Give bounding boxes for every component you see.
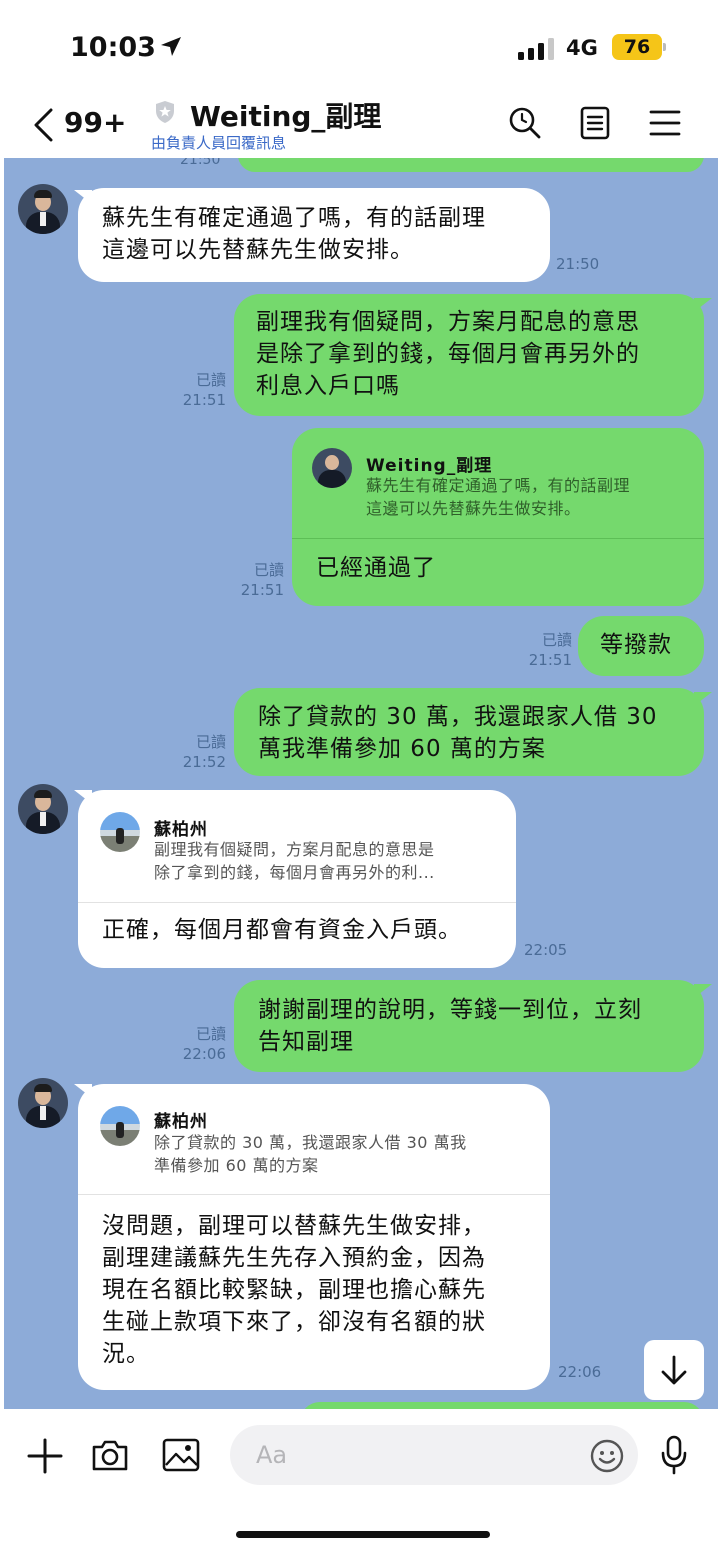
message-meta: 已讀 21:51 (228, 560, 284, 600)
quoted-avatar (100, 812, 140, 852)
quoted-text: 蘇先生有確定通過了嗎，有的話副理 這邊可以先替蘇先生做安排。 (366, 476, 631, 518)
quoted-avatar (312, 448, 352, 488)
sender-avatar[interactable] (18, 1078, 68, 1128)
message-bubble[interactable]: 蘇先生有確定通過了嗎，有的話副理 這邊可以先替蘇先生做安排。 (78, 188, 550, 282)
bubble-tail (694, 692, 712, 706)
status-bar: 10:03 4G 76 (4, 4, 718, 92)
mic-icon[interactable] (660, 1435, 688, 1475)
quoted-text: 副理我有個疑問，方案月配息的意思是 除了拿到的錢，每個月會再另外的利... (154, 840, 435, 882)
message-text: 副理我有個疑問，方案月配息的意思 是除了拿到的錢，每個月會再另外的 利息入戶口嗎 (256, 309, 640, 399)
message-time: 21:51 (528, 651, 572, 669)
message-meta: 已讀 21:51 (170, 370, 226, 410)
status-time: 10:03 (70, 32, 156, 63)
search-icon[interactable] (508, 106, 542, 140)
message-text: 正確，每個月都會有資金入戶頭。 (102, 917, 462, 943)
home-indicator (236, 1531, 490, 1538)
clipped-message-bubble[interactable] (300, 1402, 704, 1409)
read-receipt: 已讀 (195, 371, 226, 389)
back-chevron-icon[interactable] (32, 108, 54, 142)
input-bar (4, 1409, 718, 1550)
read-receipt: 已讀 (253, 561, 284, 579)
message-bubble[interactable]: 謝謝副理的說明，等錢一到位，立刻 告知副理 (234, 980, 704, 1072)
shield-icon (156, 101, 174, 123)
battery-tip (663, 43, 666, 51)
message-text: 等撥款 (600, 632, 672, 658)
signal-icon (518, 38, 554, 60)
message-bubble[interactable]: 副理我有個疑問，方案月配息的意思 是除了拿到的錢，每個月會再另外的 利息入戶口嗎 (234, 294, 704, 416)
reply-message-bubble[interactable]: 蘇柏州 除了貸款的 30 萬，我還跟家人借 30 萬我 準備參加 60 萬的方案… (78, 1084, 550, 1390)
image-icon[interactable] (162, 1437, 200, 1473)
quoted-avatar (100, 1106, 140, 1146)
message-text: 已經通過了 (316, 555, 436, 581)
scroll-down-icon (661, 1355, 687, 1385)
sender-avatar[interactable] (18, 184, 68, 234)
network-type: 4G (566, 36, 598, 60)
battery-indicator: 76 (612, 34, 662, 60)
message-time: 21:52 (182, 753, 226, 771)
read-receipt: 已讀 (195, 1025, 226, 1043)
clipped-timestamp: 21:50 (180, 158, 221, 168)
emoji-icon[interactable] (590, 1439, 624, 1473)
note-icon[interactable] (580, 106, 610, 140)
menu-icon[interactable] (649, 108, 681, 138)
plus-icon[interactable] (26, 1437, 64, 1475)
message-bubble[interactable]: 等撥款 (578, 616, 704, 676)
message-time: 22:06 (558, 1363, 602, 1381)
message-text: 謝謝副理的說明，等錢一到位，立刻 告知副理 (258, 997, 642, 1055)
read-receipt: 已讀 (541, 631, 572, 649)
message-time: 21:51 (240, 581, 284, 599)
phone-screen: 10:03 4G 76 99+ Weiting_副理 由負責人員回覆訊息 21:… (4, 4, 718, 1550)
message-time: 21:50 (556, 255, 600, 273)
clipped-message-bubble[interactable] (238, 158, 704, 172)
quote-divider (78, 1194, 550, 1195)
message-input[interactable] (230, 1425, 638, 1485)
message-time: 21:51 (182, 391, 226, 409)
bubble-tail (694, 984, 712, 998)
message-meta: 已讀 21:51 (516, 630, 572, 670)
scroll-to-bottom-button[interactable] (644, 1340, 704, 1400)
sender-avatar[interactable] (18, 784, 68, 834)
chat-title[interactable]: Weiting_副理 (190, 95, 381, 135)
message-time: 22:06 (182, 1045, 226, 1063)
chat-header: 99+ Weiting_副理 由負責人員回覆訊息 (4, 92, 718, 158)
read-receipt: 已讀 (195, 733, 226, 751)
message-meta: 已讀 22:06 (170, 1024, 226, 1064)
reply-message-bubble[interactable]: Weiting_副理 蘇先生有確定通過了嗎，有的話副理 這邊可以先替蘇先生做安排… (292, 428, 704, 606)
bubble-tail (694, 298, 712, 312)
chat-area[interactable]: 21:50 蘇先生有確定通過了嗎，有的話副理 這邊可以先替蘇先生做安排。 21:… (4, 158, 718, 1409)
message-bubble[interactable]: 除了貸款的 30 萬，我還跟家人借 30 萬我準備參加 60 萬的方案 (234, 688, 704, 776)
reply-message-bubble[interactable]: 蘇柏州 副理我有個疑問，方案月配息的意思是 除了拿到的錢，每個月會再另外的利..… (78, 790, 516, 968)
camera-icon[interactable] (90, 1437, 130, 1473)
message-text: 除了貸款的 30 萬，我還跟家人借 30 萬我準備參加 60 萬的方案 (258, 704, 658, 762)
quote-divider (78, 902, 516, 903)
message-time: 22:05 (524, 941, 568, 959)
message-meta: 已讀 21:52 (170, 732, 226, 772)
quoted-text: 除了貸款的 30 萬，我還跟家人借 30 萬我 準備參加 60 萬的方案 (154, 1133, 467, 1175)
message-text: 沒問題，副理可以替蘇先生做安排， 副理建議蘇先生先存入預約金，因為 現在名額比較… (102, 1213, 486, 1367)
quote-divider (292, 538, 704, 539)
chat-subtitle: 由負責人員回覆訊息 (151, 134, 287, 152)
location-arrow-icon (161, 37, 181, 56)
message-text: 蘇先生有確定通過了嗎，有的話副理 這邊可以先替蘇先生做安排。 (102, 205, 486, 263)
unread-count[interactable]: 99+ (64, 106, 126, 139)
